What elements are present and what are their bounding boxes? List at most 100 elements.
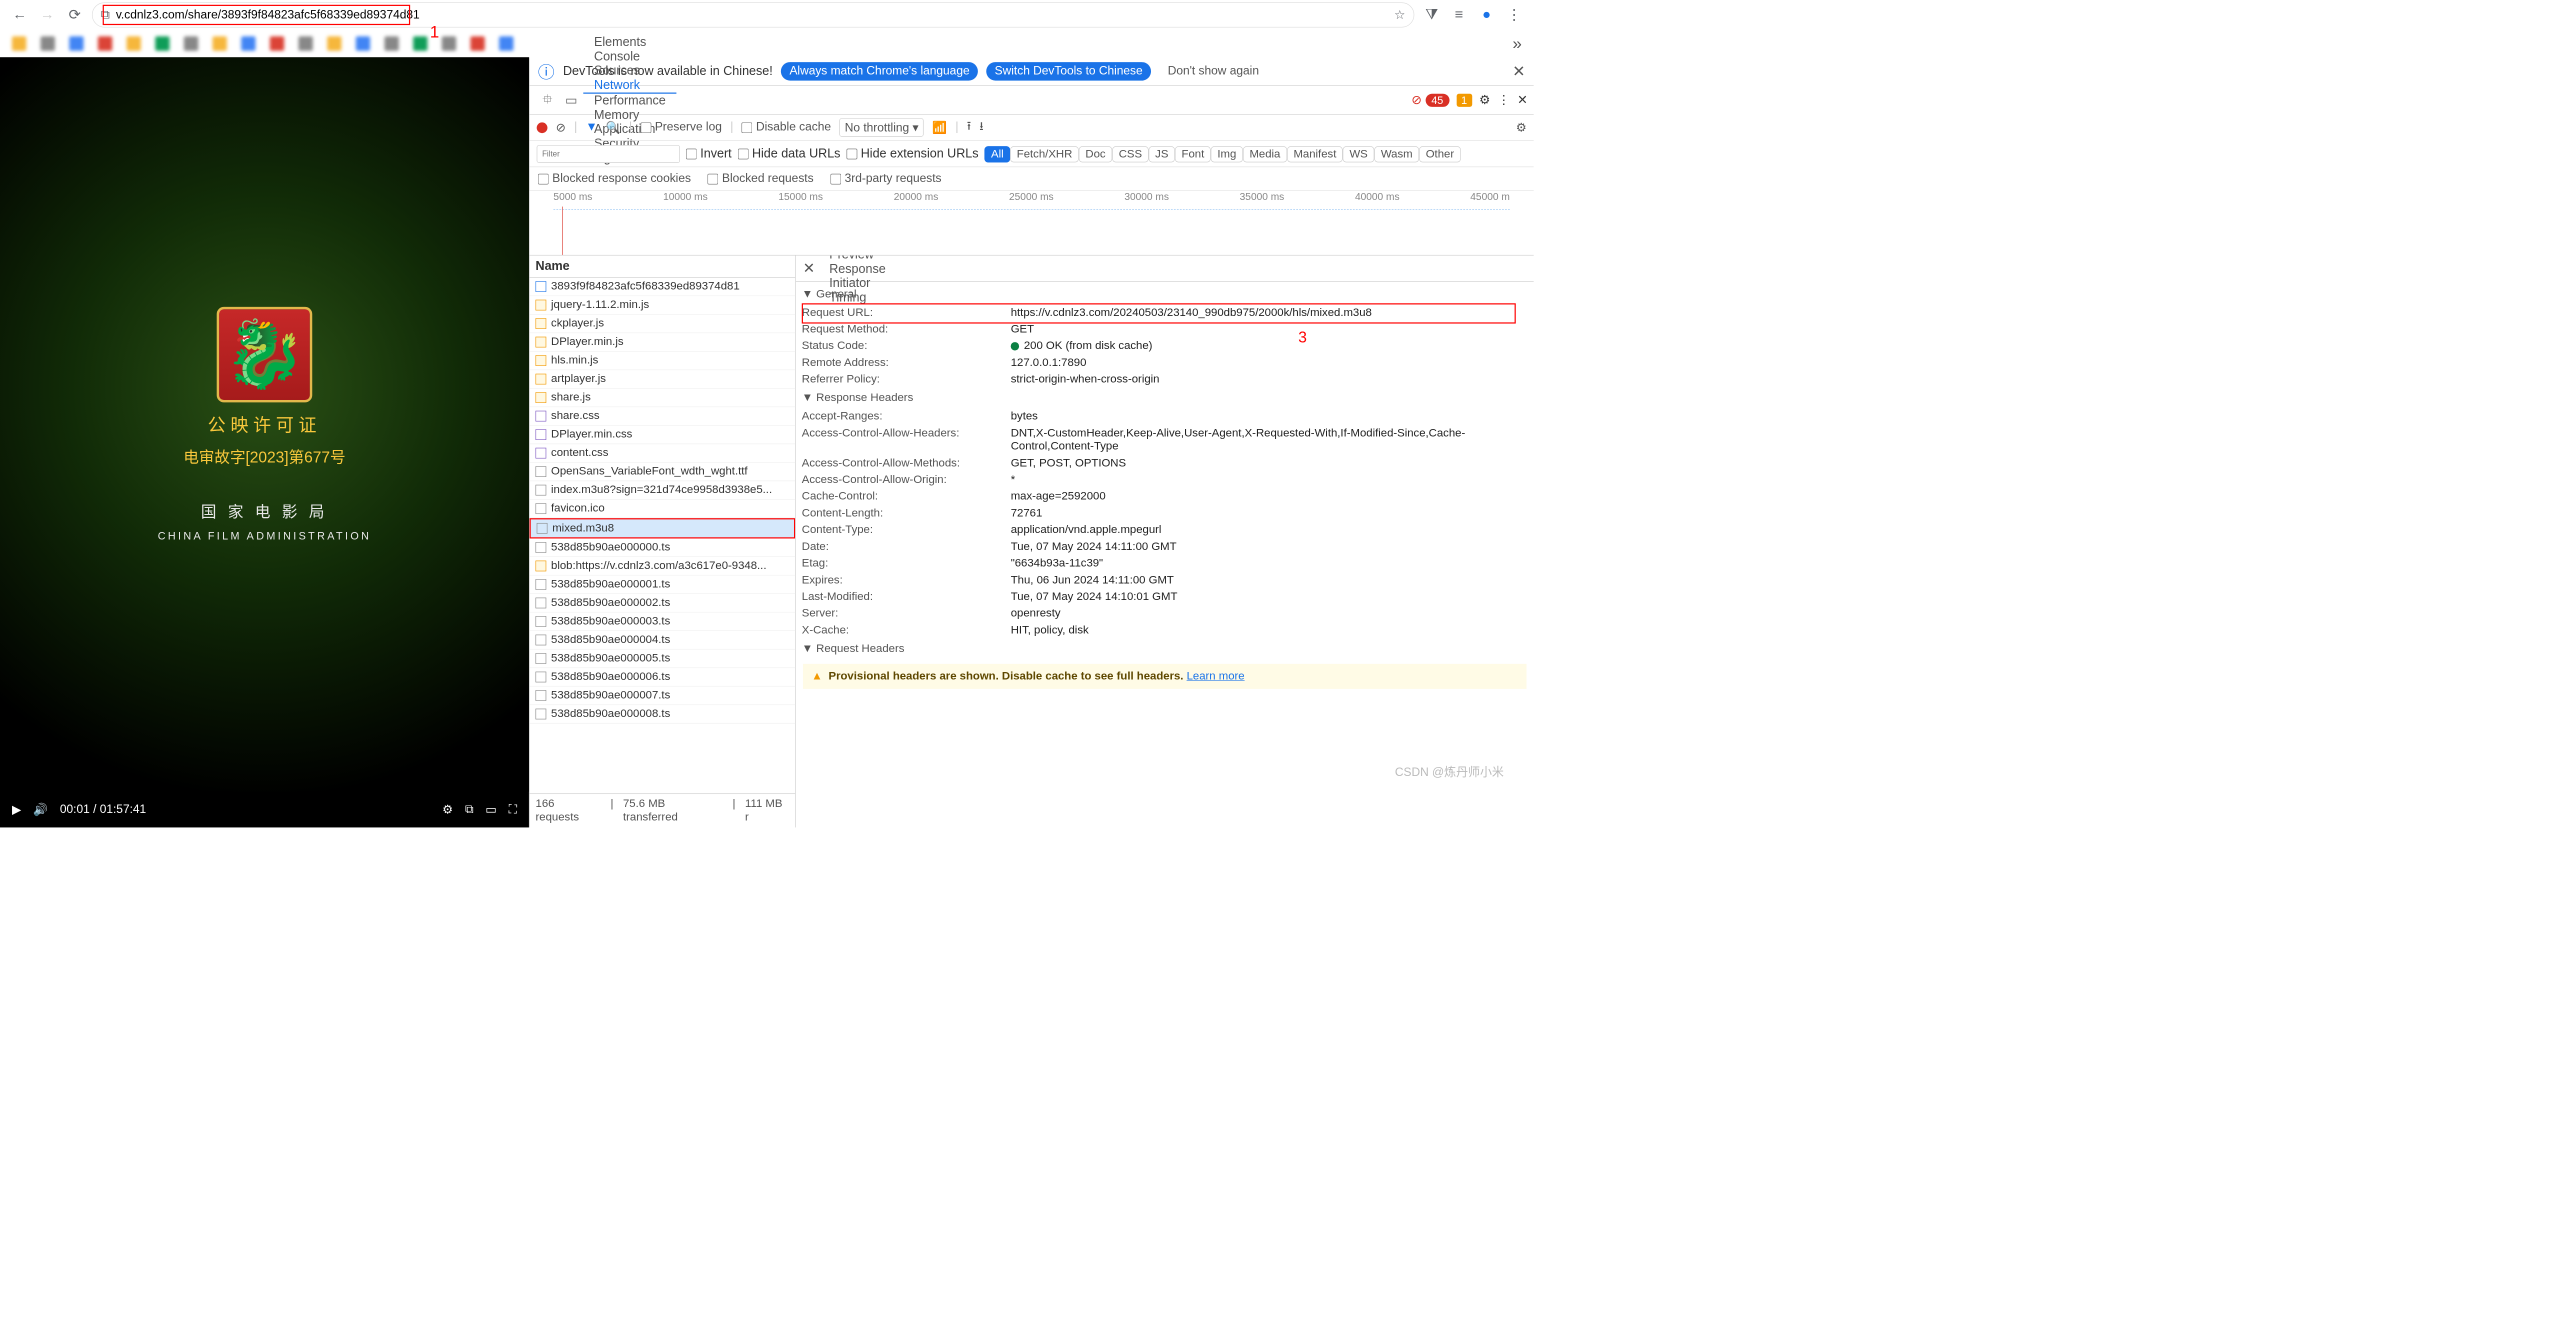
blocked-cookies-checkbox[interactable]: Blocked response cookies [538,172,691,186]
pip-icon[interactable]: ⧉ [465,803,474,817]
forward-button[interactable]: → [37,5,57,25]
volume-icon[interactable]: 🔊 [33,802,48,817]
record-icon[interactable] [537,122,548,133]
star-icon[interactable]: ☆ [1394,7,1405,22]
play-icon[interactable]: ▶ [12,802,21,817]
upload-icon[interactable]: ⭱ [967,117,971,137]
wifi-icon[interactable]: 📶 [932,120,947,135]
section-header[interactable]: Response Headers [796,388,1534,408]
filter-chip-media[interactable]: Media [1243,146,1287,162]
settings-icon[interactable]: ⚙ [442,802,453,817]
error-count[interactable]: ⊘ 45 [1411,93,1449,108]
filter-chip-doc[interactable]: Doc [1079,146,1112,162]
filter-input[interactable] [537,145,680,163]
warning-count[interactable]: 1 [1456,93,1472,107]
disable-cache-checkbox[interactable]: Disable cache [742,121,831,135]
reading-list-icon[interactable]: ≡ [1449,5,1469,25]
inspect-icon[interactable]: ⯐ [536,89,560,112]
clear-icon[interactable]: ⊘ [556,120,566,135]
section-header[interactable]: Request Headers [796,639,1534,659]
tab-performance[interactable]: Performance [583,93,676,107]
filter-chip-js[interactable]: JS [1149,146,1175,162]
request-row[interactable]: share.css [530,407,796,426]
bookmarks-overflow-icon[interactable]: » [1512,34,1521,53]
tab-console[interactable]: Console [583,49,676,63]
theater-icon[interactable]: ▭ [485,802,496,817]
banner-match-button[interactable]: Always match Chrome's language [781,62,978,81]
url-input[interactable] [116,8,1388,22]
filter-chip-all[interactable]: All [984,146,1010,162]
address-bar[interactable]: ⧉ ☆ [92,2,1414,27]
header-key: Referrer Policy: [802,373,1011,386]
request-row[interactable]: 538d85b90ae000008.ts [530,705,796,724]
request-row[interactable]: 538d85b90ae000000.ts [530,538,796,557]
video-player[interactable]: 🐉 公映许可证 电审故字[2023]第677号 国 家 电 影 局 CHINA … [0,57,529,827]
thirdparty-checkbox[interactable]: 3rd-party requests [830,172,941,186]
filter-chip-img[interactable]: Img [1211,146,1243,162]
header-key: Content-Length: [802,507,1011,520]
device-icon[interactable]: ▭ [559,92,583,108]
request-list-header[interactable]: Name [530,256,796,278]
request-row[interactable]: ckplayer.js [530,315,796,334]
filter-chip-other[interactable]: Other [1419,146,1461,162]
learn-more-link[interactable]: Learn more [1187,670,1245,683]
request-row[interactable]: 3893f9f84823afc5f68339ed89374d81 [530,278,796,297]
tab-sources[interactable]: Sources [583,64,676,78]
request-row[interactable]: index.m3u8?sign=321d74ce9958d3938e5... [530,481,796,500]
request-row[interactable]: jquery-1.11.2.min.js [530,296,796,315]
request-row[interactable]: OpenSans_VariableFont_wdth_wght.ttf [530,463,796,482]
file-icon [536,355,547,366]
close-devtools-icon[interactable]: ✕ [1517,93,1528,108]
reload-button[interactable]: ⟳ [64,5,84,25]
hide-extension-urls-checkbox[interactable]: Hide extension URLs [846,147,978,161]
site-info-icon[interactable]: ⧉ [101,8,110,22]
blocked-requests-checkbox[interactable]: Blocked requests [708,172,814,186]
search-icon[interactable]: 🔍 [606,120,621,135]
back-button[interactable]: ← [10,5,30,25]
hide-data-urls-checkbox[interactable]: Hide data URLs [738,147,841,161]
request-row[interactable]: 538d85b90ae000004.ts [530,631,796,650]
request-row[interactable]: DPlayer.min.css [530,426,796,445]
request-row[interactable]: DPlayer.min.js [530,333,796,352]
fullscreen-icon[interactable]: ⛶ [509,803,517,817]
more-icon[interactable]: ⋮ [1498,93,1511,108]
filter-chip-manifest[interactable]: Manifest [1287,146,1343,162]
request-row[interactable]: 538d85b90ae000003.ts [530,613,796,632]
request-row[interactable]: mixed.m3u82 [530,518,796,538]
tab-network[interactable]: Network [583,78,676,94]
request-row[interactable]: artplayer.js [530,370,796,389]
detail-tab-response[interactable]: Response [818,262,896,276]
request-row[interactable]: hls.min.js [530,352,796,371]
filter-chip-css[interactable]: CSS [1112,146,1148,162]
request-row[interactable]: 538d85b90ae000005.ts [530,650,796,669]
filter-icon[interactable]: ▼ [586,121,598,135]
download-icon[interactable]: ⭳ [979,117,983,137]
close-detail-icon[interactable]: ✕ [799,260,818,277]
filter-chip-wasm[interactable]: Wasm [1374,146,1419,162]
filter-chip-font[interactable]: Font [1175,146,1211,162]
invert-checkbox[interactable]: Invert [686,147,732,161]
request-row[interactable]: blob:https://v.cdnlz3.com/a3c617e0-9348.… [530,557,796,576]
banner-switch-button[interactable]: Switch DevTools to Chinese [986,62,1151,81]
section-header[interactable]: General [796,284,1534,304]
preserve-log-checkbox[interactable]: Preserve log [641,121,722,135]
gear-icon[interactable]: ⚙ [1479,93,1490,108]
profile-icon[interactable]: ● [1476,5,1496,25]
request-row[interactable]: 538d85b90ae000006.ts [530,668,796,687]
banner-dismiss-button[interactable]: Don't show again [1159,62,1267,81]
network-gear-icon[interactable]: ⚙ [1516,120,1527,135]
request-row[interactable]: 538d85b90ae000002.ts [530,594,796,613]
close-icon[interactable]: ✕ [1512,62,1525,81]
throttling-select[interactable]: No throttling ▾ [839,118,923,137]
request-row[interactable]: 538d85b90ae000001.ts [530,576,796,595]
filter-chip-ws[interactable]: WS [1343,146,1374,162]
menu-icon[interactable]: ⋮ [1504,5,1524,25]
request-row[interactable]: favicon.ico [530,500,796,519]
request-row[interactable]: 538d85b90ae000007.ts [530,687,796,706]
tab-elements[interactable]: Elements [583,35,676,49]
request-row[interactable]: share.js [530,389,796,408]
network-overview[interactable]: 5000 ms10000 ms15000 ms20000 ms25000 ms3… [530,191,1534,255]
extensions-icon[interactable]: ⧩ [1421,5,1441,25]
request-row[interactable]: content.css [530,444,796,463]
filter-chip-fetch-xhr[interactable]: Fetch/XHR [1010,146,1079,162]
